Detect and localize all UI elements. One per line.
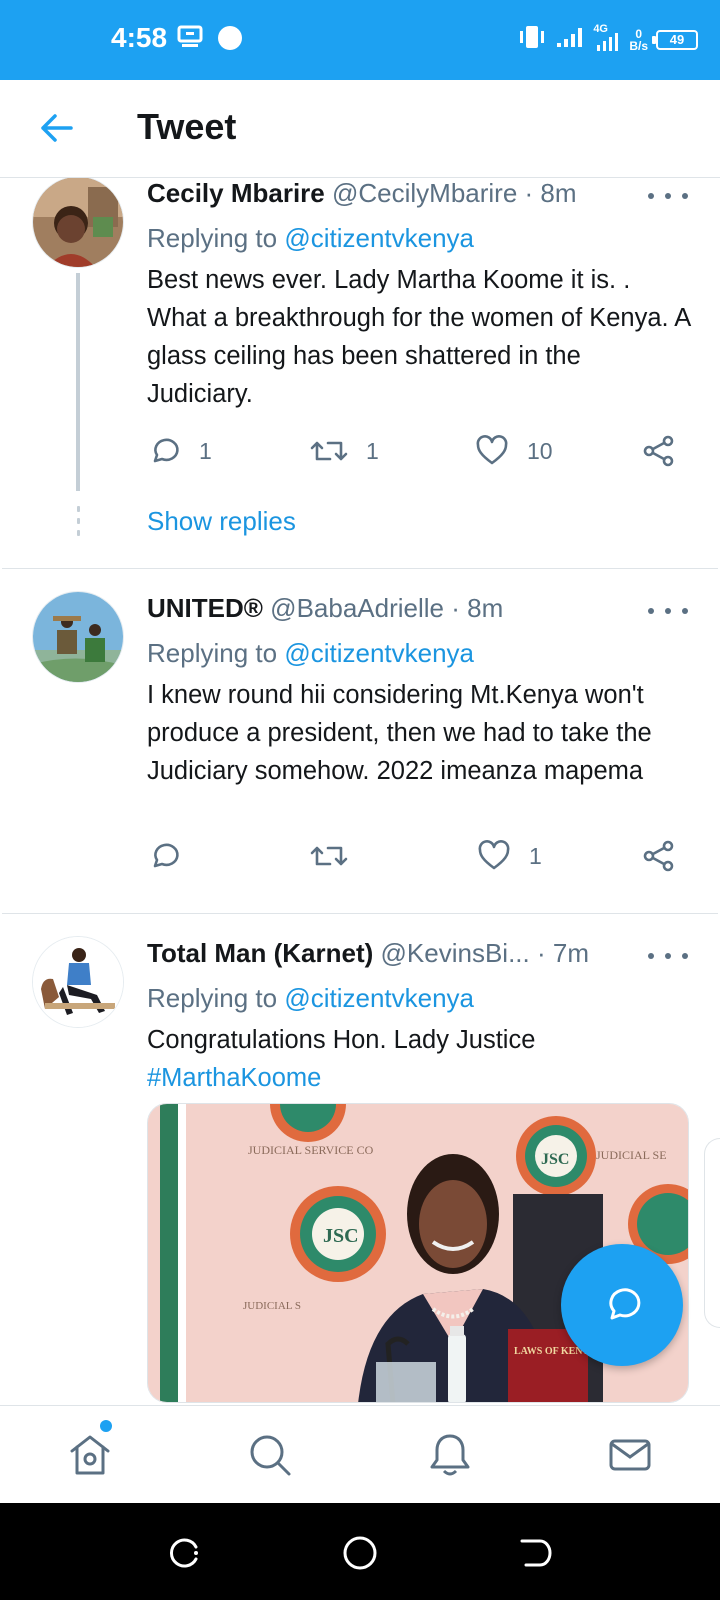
retweet-icon: [310, 441, 348, 461]
author-handle[interactable]: @KevinsBi...: [381, 938, 530, 968]
system-navigation-bar: [0, 1503, 720, 1600]
nav-search[interactable]: [245, 1430, 295, 1480]
heart-icon: [476, 435, 508, 465]
thread-line: [76, 273, 80, 491]
share-icon: [643, 840, 674, 872]
unread-indicator: [100, 1420, 112, 1432]
net-speed: 0 B/s: [629, 26, 648, 53]
tweet-header: Total Man (Karnet) @KevinsBi... · 7m: [147, 938, 610, 969]
tweet-time: · 8m: [451, 593, 504, 623]
nav-messages[interactable]: [605, 1430, 655, 1480]
author-name[interactable]: UNITED®: [147, 593, 263, 623]
mention-link[interactable]: @citizentvkenya: [284, 223, 474, 253]
show-replies-link[interactable]: Show replies: [147, 506, 296, 537]
more-options-button[interactable]: [648, 601, 688, 621]
nav-home[interactable]: [65, 1430, 115, 1480]
hashtag-link[interactable]: #MarthaKoome: [147, 1064, 321, 1092]
reply-count: 1: [199, 437, 212, 464]
jsc-emblem-text-2: JSC: [541, 1151, 569, 1168]
home-system-button[interactable]: [338, 1531, 382, 1575]
author-handle[interactable]: @BabaAdrielle: [270, 593, 444, 623]
compose-reply-icon: [609, 1288, 641, 1320]
banner-text-right: JUDICIAL SE: [596, 1148, 667, 1162]
avatar[interactable]: [32, 591, 124, 683]
reply-timeline[interactable]: Cecily Mbarire @CecilyMbarire · 8m Reply…: [0, 178, 720, 1405]
reply-button[interactable]: [147, 836, 199, 876]
recent-apps-icon: [169, 1538, 198, 1568]
arrow-left-icon: [41, 114, 73, 142]
page-title: Tweet: [137, 106, 237, 147]
status-bar: 4:58 4G 0 B/s 49: [0, 0, 720, 80]
replying-to: Replying to @citizentvkenya: [147, 983, 475, 1013]
vibrate-icon: [517, 24, 547, 55]
retweet-count: 1: [366, 437, 379, 464]
battery-icon: 49: [652, 29, 698, 50]
share-button[interactable]: [642, 431, 676, 471]
like-button[interactable]: 1: [477, 836, 542, 876]
nav-notifications[interactable]: [425, 1430, 475, 1480]
signal-icon: [555, 25, 585, 54]
notifications-icon: [430, 1434, 470, 1476]
notification-dot-icon: [216, 24, 244, 57]
like-count: 10: [527, 437, 553, 464]
retweet-icon: [310, 846, 348, 866]
adjacent-media-edge: [704, 1138, 720, 1328]
app-header: Tweet: [0, 80, 720, 178]
signal-4g-icon: 4G: [593, 23, 621, 55]
like-button[interactable]: 10: [475, 431, 553, 471]
replying-to: Replying to @citizentvkenya: [147, 223, 475, 253]
thread-dots: [77, 506, 80, 542]
author-name[interactable]: Cecily Mbarire: [147, 178, 325, 208]
tweet-text: Best news ever. Lady Martha Koome it is.…: [147, 266, 690, 408]
jsc-emblem-text: JSC: [323, 1225, 359, 1247]
author-handle[interactable]: @CecilyMbarire: [332, 178, 517, 208]
tweet-text: Congratulations Hon. Lady Justice #Marth…: [147, 1026, 536, 1092]
circle-home-icon: [343, 1536, 377, 1570]
author-name[interactable]: Total Man (Karnet): [147, 938, 373, 968]
tweet-actions: 1: [147, 836, 692, 876]
search-icon: [250, 1435, 291, 1476]
home-icon: [70, 1435, 110, 1475]
compose-reply-button[interactable]: [561, 1244, 683, 1366]
back-gesture-icon: [520, 1539, 552, 1567]
share-button[interactable]: [642, 836, 676, 876]
replying-to: Replying to @citizentvkenya: [147, 638, 475, 668]
more-options-button[interactable]: [648, 186, 688, 206]
tweet-actions: 1 1 10: [147, 431, 692, 471]
retweet-button[interactable]: 1: [310, 431, 379, 471]
tweet-header: Cecily Mbarire @CecilyMbarire · 8m: [147, 178, 610, 209]
mention-link[interactable]: @citizentvkenya: [284, 638, 474, 668]
notification-app-icon: [176, 24, 204, 57]
tweet-text: I knew round hii considering Mt.Kenya wo…: [147, 681, 652, 785]
tweet[interactable]: UNITED® @BabaAdrielle · 8m Replying to @…: [0, 569, 720, 907]
heart-icon: [478, 840, 510, 870]
recent-apps-button[interactable]: [162, 1531, 206, 1575]
tweet[interactable]: Cecily Mbarire @CecilyMbarire · 8m Reply…: [0, 178, 720, 568]
messages-icon: [609, 1439, 651, 1471]
status-notification-icons: [176, 24, 244, 57]
tweet-time: · 8m: [524, 178, 577, 208]
reply-button[interactable]: 1: [147, 431, 212, 471]
status-time: 4:58: [111, 22, 168, 53]
bottom-navigation: [0, 1405, 720, 1503]
banner-text-left: JUDICIAL SERVICE CO: [248, 1143, 374, 1157]
status-indicators: 4G 0 B/s 49: [517, 23, 698, 55]
share-icon: [643, 435, 674, 467]
more-options-button[interactable]: [648, 946, 688, 966]
banner-text-bottom: JUDICIAL S: [243, 1300, 301, 1312]
avatar[interactable]: [32, 178, 124, 268]
avatar[interactable]: [32, 936, 124, 1028]
reply-icon: [153, 438, 179, 463]
like-count: 1: [529, 842, 542, 869]
tweet-time: · 7m: [537, 938, 589, 968]
tweet-header: UNITED® @BabaAdrielle · 8m: [147, 593, 610, 624]
back-system-button[interactable]: [512, 1531, 556, 1575]
mention-link[interactable]: @citizentvkenya: [284, 983, 474, 1013]
back-button[interactable]: [36, 108, 76, 148]
retweet-button[interactable]: [310, 836, 366, 876]
reply-icon: [153, 843, 179, 868]
